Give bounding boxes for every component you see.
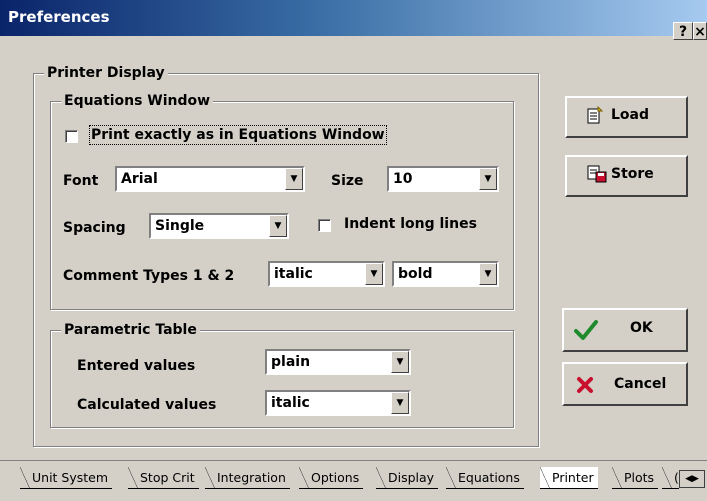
size-select[interactable]: 10 ▼ bbox=[387, 166, 499, 192]
cancel-button-label: Cancel bbox=[614, 376, 667, 392]
tab-printer[interactable]: Printer bbox=[540, 467, 598, 489]
window-title: Preferences bbox=[8, 8, 110, 26]
spacing-select[interactable]: Single ▼ bbox=[149, 213, 289, 239]
tab-unit-system[interactable]: Unit System bbox=[20, 467, 113, 489]
chevron-down-icon[interactable]: ▼ bbox=[285, 168, 303, 190]
font-select[interactable]: Arial ▼ bbox=[115, 166, 305, 192]
store-button[interactable]: Store bbox=[565, 155, 688, 197]
printer-display-label: Printer Display bbox=[44, 65, 168, 81]
calculated-values-label: Calculated values bbox=[77, 397, 217, 413]
equations-window-label: Equations Window bbox=[61, 93, 214, 109]
entered-values-select-value: plain bbox=[271, 354, 311, 370]
cancel-button[interactable]: Cancel bbox=[562, 362, 688, 406]
spacing-select-value: Single bbox=[155, 218, 205, 234]
font-label: Font bbox=[63, 173, 99, 189]
comment2-select-value: bold bbox=[398, 266, 433, 282]
load-button-label: Load bbox=[611, 107, 650, 123]
chevron-down-icon[interactable]: ▼ bbox=[479, 168, 497, 190]
print-exact-label[interactable]: Print exactly as in Equations Window bbox=[89, 125, 387, 145]
chevron-down-icon[interactable]: ▼ bbox=[365, 263, 383, 285]
store-disk-icon bbox=[587, 165, 607, 187]
tab-options[interactable]: Options bbox=[299, 467, 364, 489]
cancel-x-icon bbox=[576, 376, 594, 398]
font-select-value: Arial bbox=[121, 171, 158, 187]
tab-stop-crit[interactable]: Stop Crit bbox=[128, 467, 199, 489]
load-file-icon bbox=[587, 105, 604, 128]
indent-checkbox[interactable] bbox=[318, 219, 331, 232]
chevron-down-icon[interactable]: ▼ bbox=[479, 263, 497, 285]
spacing-label: Spacing bbox=[63, 220, 126, 236]
ok-button[interactable]: OK bbox=[562, 308, 688, 352]
checkmark-icon bbox=[574, 319, 598, 345]
comment1-select-value: italic bbox=[274, 266, 313, 282]
print-exact-checkbox[interactable] bbox=[65, 130, 78, 143]
chevron-down-icon[interactable]: ▼ bbox=[269, 215, 287, 237]
close-button[interactable]: × bbox=[693, 22, 707, 40]
ok-button-label: OK bbox=[630, 320, 653, 336]
calculated-values-select[interactable]: italic ▼ bbox=[265, 390, 411, 416]
preferences-tabs: Unit System Stop Crit Integration Option… bbox=[0, 460, 707, 501]
tab-equations[interactable]: Equations bbox=[446, 467, 524, 489]
chevron-down-icon[interactable]: ▼ bbox=[391, 351, 409, 373]
entered-values-select[interactable]: plain ▼ bbox=[265, 349, 411, 375]
tab-plots[interactable]: Plots bbox=[612, 467, 659, 489]
store-button-label: Store bbox=[611, 166, 654, 182]
help-button[interactable]: ? bbox=[673, 22, 693, 40]
preferences-dialog: Preferences ? × Printer Display Equation… bbox=[0, 0, 707, 501]
size-select-value: 10 bbox=[393, 171, 413, 187]
entered-values-label: Entered values bbox=[77, 358, 196, 374]
load-button[interactable]: Load bbox=[565, 96, 688, 138]
comment-types-label: Comment Types 1 & 2 bbox=[63, 268, 235, 284]
tab-integration[interactable]: Integration bbox=[205, 467, 290, 489]
comment1-select[interactable]: italic ▼ bbox=[268, 261, 385, 287]
title-bar: Preferences bbox=[0, 0, 707, 36]
size-label: Size bbox=[331, 173, 364, 189]
parametric-table-label: Parametric Table bbox=[61, 322, 200, 338]
indent-label[interactable]: Indent long lines bbox=[344, 216, 477, 232]
tab-display[interactable]: Display bbox=[376, 467, 439, 489]
calculated-values-select-value: italic bbox=[271, 395, 310, 411]
chevron-down-icon[interactable]: ▼ bbox=[391, 392, 409, 414]
tab-overflow[interactable]: ( bbox=[662, 467, 679, 489]
tab-scroll-arrows-icon[interactable]: ◀▶ bbox=[679, 470, 705, 488]
comment2-select[interactable]: bold ▼ bbox=[392, 261, 499, 287]
